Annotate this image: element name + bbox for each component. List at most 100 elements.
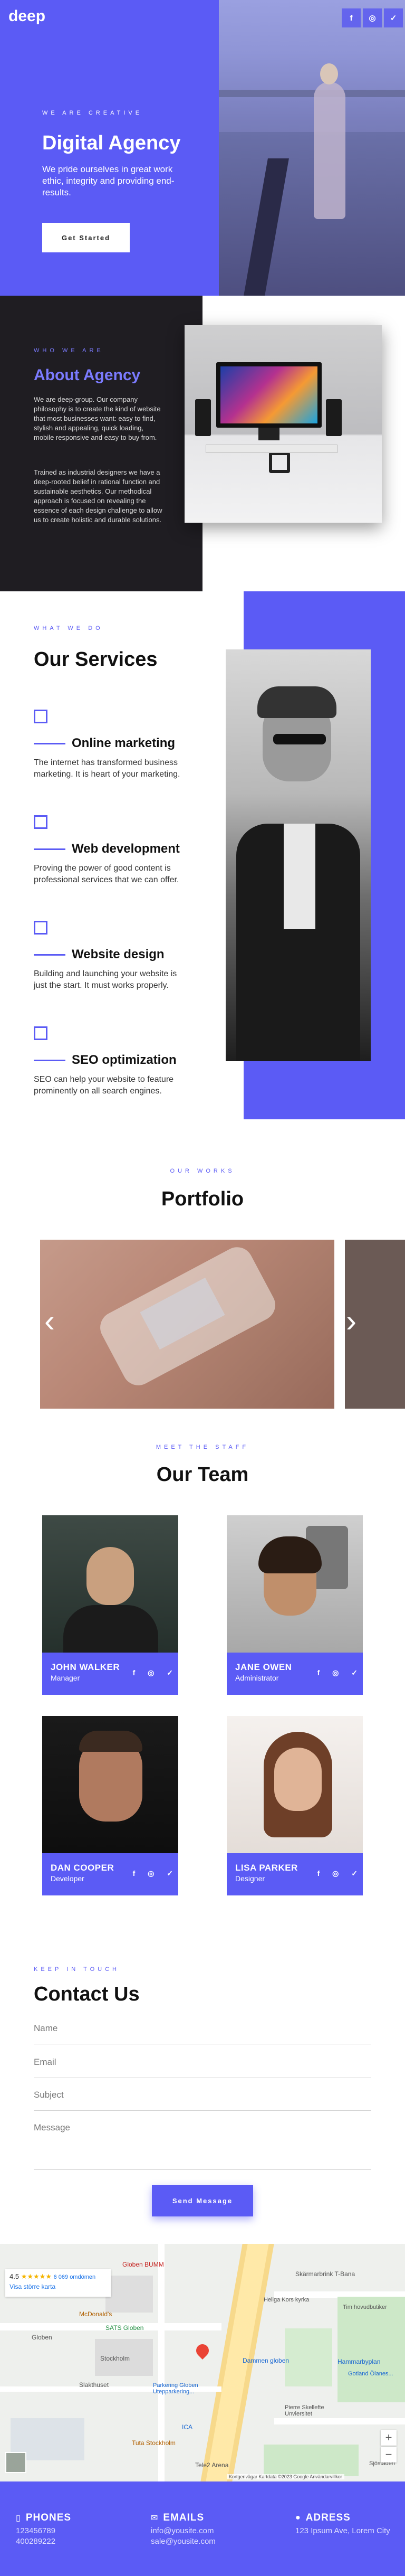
get-started-button[interactable]: Get Started	[42, 223, 130, 252]
checkbox-icon	[34, 815, 47, 829]
slider-prev-arrow[interactable]: ‹	[44, 1305, 55, 1337]
team-eyebrow: MEET THE STAFF	[156, 1444, 249, 1450]
larger-map-link[interactable]: Visa större karta	[9, 2283, 107, 2290]
divider-line	[34, 848, 65, 850]
team-social-icons[interactable]: f ◎ ✓	[317, 1668, 363, 1677]
map-label: SATS Globen	[105, 2324, 144, 2332]
subject-field[interactable]: Subject	[34, 2090, 371, 2111]
map-rating: 4.5	[9, 2272, 20, 2280]
team-member-name: JOHN WALKER	[51, 1662, 120, 1672]
map-label: Pierre Skellefte Unviersitet	[285, 2404, 324, 2417]
name-field-label: Name	[34, 2023, 58, 2033]
map-label: Tuta Stockholm	[132, 2439, 176, 2447]
team-social-icons[interactable]: f ◎ ✓	[317, 1869, 363, 1878]
send-message-button[interactable]: Send Message	[152, 2185, 253, 2216]
map-footer-text: Kortgenvägar Kartdata ©2023 Google Använ…	[227, 2474, 344, 2479]
location-pin-icon: ●	[295, 2513, 301, 2522]
phone-icon: ▯	[16, 2514, 21, 2523]
map-label: Parkering Globen Utepparkering...	[153, 2382, 198, 2395]
service-title: SEO optimization	[72, 1053, 177, 1067]
map-label: Tim hovudbutiker	[343, 2304, 387, 2310]
address-line: 123 Ipsum Ave, Lorem City	[295, 2526, 390, 2535]
service-item: Website design Building and launching yo…	[34, 921, 192, 992]
map-reviews[interactable]: 6 069 omdömen	[54, 2274, 96, 2280]
phone-1[interactable]: 123456789	[16, 2526, 71, 2536]
map-label: Hammarbyplan	[338, 2358, 381, 2365]
team-member-role: Designer	[235, 1874, 265, 1883]
name-field[interactable]: Name	[34, 2023, 371, 2044]
checkbox-icon	[34, 710, 47, 723]
team-card: JOHN WALKER Manager f ◎ ✓	[42, 1515, 178, 1695]
email-2[interactable]: sale@yousite.com	[151, 2536, 216, 2547]
hero-section: deep f ◎ ✓ WE ARE CREATIVE Digital Agenc…	[0, 0, 405, 296]
email-field[interactable]: Email	[34, 2057, 371, 2078]
service-title: Online marketing	[72, 736, 176, 750]
map-section[interactable]: 4.5 ★★★★★ 6 069 omdömen Visa större kart…	[0, 2244, 405, 2481]
about-title: About Agency	[34, 366, 141, 384]
map-thumbnail[interactable]	[5, 2452, 26, 2473]
portfolio-eyebrow: OUR WORKS	[170, 1168, 235, 1174]
checkbox-icon	[34, 921, 47, 935]
slider-next-arrow[interactable]: ›	[346, 1305, 356, 1337]
map-zoom-out[interactable]: −	[381, 2447, 397, 2462]
team-title: Our Team	[156, 1464, 249, 1486]
phone-2[interactable]: 400289222	[16, 2536, 71, 2547]
map-label: ICA	[182, 2423, 193, 2431]
services-photo	[226, 649, 371, 1061]
services-eyebrow: WHAT WE DO	[34, 625, 103, 631]
map-label: Tele2 Arena	[195, 2461, 229, 2469]
map-label: Stockholm	[100, 2355, 130, 2362]
about-eyebrow: WHO WE ARE	[34, 347, 104, 354]
facebook-icon[interactable]: f	[342, 8, 361, 27]
about-section: WHO WE ARE About Agency We are deep-grou…	[0, 296, 405, 591]
team-social-icons[interactable]: f ◎ ✓	[133, 1668, 178, 1677]
footer: ▯ PHONES 123456789 400289222 ✉ EMAILS in…	[0, 2481, 405, 2576]
team-member-role: Manager	[51, 1674, 80, 1682]
service-item: Web development Proving the power of goo…	[34, 815, 192, 886]
subject-field-label: Subject	[34, 2090, 64, 2100]
hero-eyebrow: WE ARE CREATIVE	[42, 110, 143, 116]
team-member-name: LISA PARKER	[235, 1863, 298, 1873]
twitter-icon[interactable]: ✓	[384, 8, 403, 27]
service-title: Website design	[72, 947, 165, 961]
service-text: Proving the power of good content is pro…	[34, 864, 179, 884]
map-label: Globen BUMM	[122, 2261, 164, 2268]
map-label: Heliga Kors kyrka	[264, 2297, 310, 2303]
divider-line	[34, 954, 65, 956]
hero-text: We pride ourselves in great work ethic, …	[42, 164, 175, 197]
email-1[interactable]: info@yousite.com	[151, 2526, 216, 2536]
map-label: Globen	[32, 2334, 52, 2341]
services-section: WHAT WE DO Our Services Online marketing…	[0, 591, 405, 1130]
email-field-label: Email	[34, 2057, 56, 2067]
contact-section: KEEP IN TOUCH Contact Us Name Email Subj…	[0, 1922, 405, 2244]
map-label: McDonald's	[79, 2310, 112, 2318]
team-card: DAN COOPER Developer f ◎ ✓	[42, 1716, 178, 1895]
divider-line	[34, 742, 65, 744]
message-field-label: Message	[34, 2122, 70, 2132]
portfolio-slide[interactable]	[40, 1240, 334, 1409]
footer-emails: ✉ EMAILS info@yousite.com sale@yousite.c…	[151, 2512, 216, 2547]
service-item: SEO optimization SEO can help your websi…	[34, 1026, 192, 1097]
contact-title: Contact Us	[34, 1983, 140, 2005]
team-card: JANE OWEN Administrator f ◎ ✓	[227, 1515, 363, 1695]
instagram-icon[interactable]: ◎	[363, 8, 382, 27]
logo[interactable]: deep	[8, 7, 45, 25]
map-label: Slakthuset	[79, 2381, 109, 2389]
message-field[interactable]: Message	[34, 2122, 371, 2170]
service-item: Online marketing The internet has transf…	[34, 710, 192, 780]
footer-phones: ▯ PHONES 123456789 400289222	[16, 2512, 71, 2547]
about-para-1: We are deep-group. Our company philosoph…	[34, 395, 161, 441]
service-title: Web development	[72, 842, 180, 856]
portfolio-section: OUR WORKS Portfolio ‹ ›	[0, 1119, 405, 1436]
about-photo	[185, 325, 382, 523]
team-card: LISA PARKER Designer f ◎ ✓	[227, 1716, 363, 1895]
contact-eyebrow: KEEP IN TOUCH	[34, 1966, 120, 1973]
team-social-icons[interactable]: f ◎ ✓	[133, 1869, 178, 1878]
map-zoom-in[interactable]: +	[381, 2430, 397, 2446]
social-bar: f ◎ ✓	[342, 8, 403, 27]
service-text: Building and launching your website is j…	[34, 969, 177, 990]
map-label: Skärmarbrink T-Bana	[295, 2270, 355, 2278]
address-title: ADRESS	[305, 2512, 351, 2523]
portfolio-title: Portfolio	[161, 1188, 244, 1210]
checkbox-icon	[34, 1026, 47, 1040]
